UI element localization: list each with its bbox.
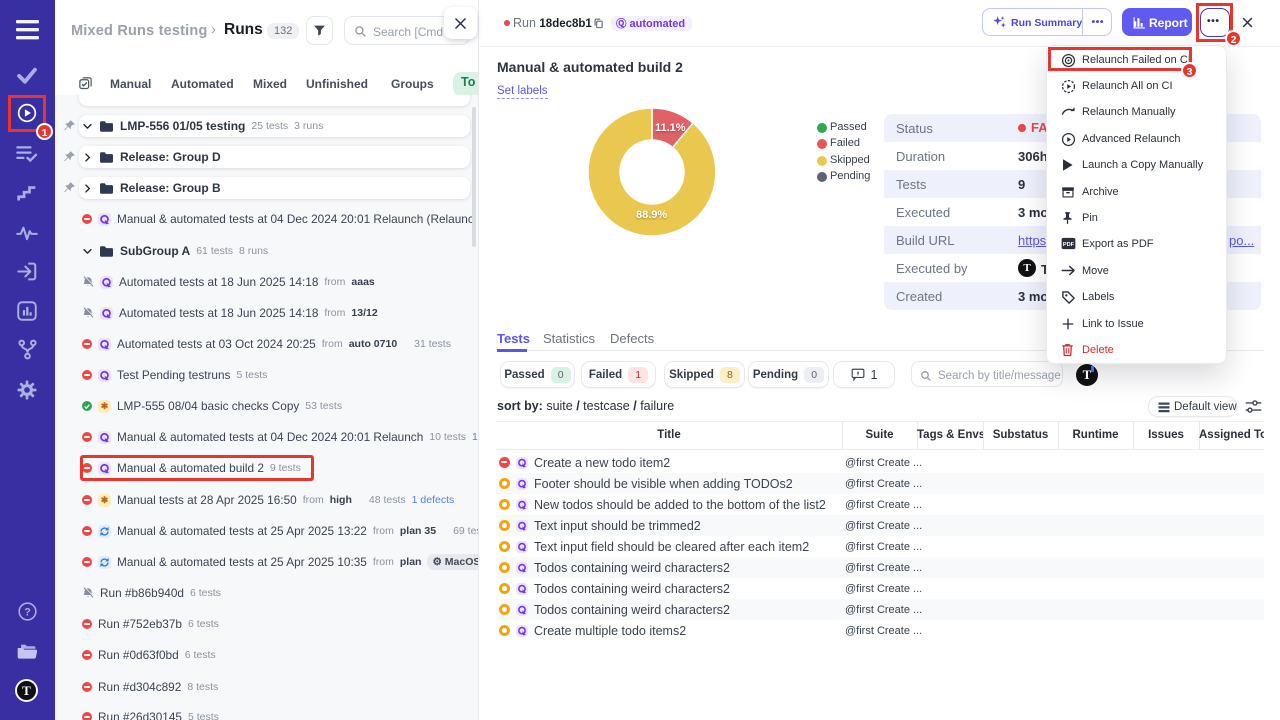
svg-text:11.1%: 11.1% (655, 122, 686, 134)
svg-text:PDF: PDF (1063, 242, 1075, 248)
svg-text:?: ? (24, 606, 31, 618)
svg-text:88.9%: 88.9% (636, 209, 667, 221)
